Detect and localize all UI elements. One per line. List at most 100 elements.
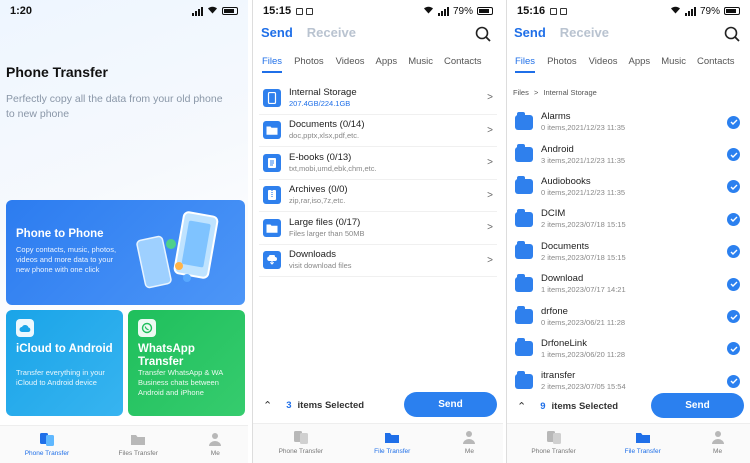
list-item[interactable]: drfone 0 items,2023/06/21 11:28 [513,300,744,332]
folder-info: 2 items,2023/07/18 15:15 [541,220,626,230]
chevron-up-icon[interactable]: ⌃ [517,400,526,413]
tab-label: Me [464,448,474,455]
category-tab-music[interactable]: Music [661,56,686,67]
search-icon[interactable] [724,26,740,42]
category-tab-files[interactable]: Files [515,56,535,67]
category-tab-photos[interactable]: Photos [294,56,324,67]
category-tab-contacts[interactable]: Contacts [697,56,735,67]
phone-transfer-icon [293,429,309,445]
list-item[interactable]: Internal Storage 207.4GB/224.1GB > [259,82,497,115]
list-item[interactable]: Download 1 items,2023/07/17 14:21 [513,268,744,300]
send-receive-switch: Send Receive [514,25,609,40]
checked-icon[interactable] [727,212,740,226]
chevron-right-icon: > [487,222,493,234]
category-tab-contacts[interactable]: Contacts [444,56,482,67]
tab-label: File Transfer [624,448,661,455]
send-tab[interactable]: Send [514,25,546,40]
files-transfer-icon [130,431,146,447]
send-button[interactable]: Send [404,392,497,417]
tab-label: Phone Transfer [531,448,576,455]
list-item[interactable]: DCIM 2 items,2023/07/18 15:15 [513,203,744,235]
battery-percent: 79% [452,5,473,17]
folder-info: 0 items,2021/12/23 11:35 [541,187,626,197]
tab-file-transfer[interactable]: File Transfer [625,429,661,455]
folder-icon [515,111,533,130]
tab-me[interactable]: Me [207,431,223,457]
breadcrumb-current: Internal Storage [543,88,597,97]
chevron-right-icon: > [487,189,493,201]
status-icons: 79% [670,5,740,17]
list-item[interactable]: Archives (0/0) zip,rar,iso,7z,etc. > [259,180,497,212]
bottom-tab-bar: Phone Transfer File Transfer Me [507,423,750,463]
chevron-right-icon: > [487,254,493,266]
category-tab-videos[interactable]: Videos [336,56,365,67]
tab-file-transfer[interactable]: File Transfer [374,429,410,455]
folder-info: 0 items,2021/12/23 11:35 [541,123,626,133]
status-bar: 15:16 79% [507,0,750,22]
category-tab-apps[interactable]: Apps [629,56,651,67]
list-item[interactable]: Audiobooks 0 items,2021/12/23 11:35 [513,171,744,203]
whatsapp-transfer-card[interactable]: WhatsApp Transfer Transfer WhatsApp & WA… [128,310,245,416]
checked-icon[interactable] [727,277,740,291]
tab-me[interactable]: Me [461,429,477,455]
checked-icon[interactable] [727,180,740,194]
icloud-to-android-card[interactable]: iCloud to Android Transfer everything in… [6,310,123,416]
checked-icon[interactable] [727,245,740,259]
internal-storage-screen: 15:16 79% Send Receive Files Photos Vide… [506,0,750,463]
receive-tab[interactable]: Receive [560,25,609,40]
list-item[interactable]: Alarms 0 items,2021/12/23 11:35 [513,106,744,138]
checked-icon[interactable] [727,342,740,356]
send-button[interactable]: Send [651,393,744,418]
bottom-tab-bar: Phone Transfer Files Transfer Me [0,425,248,463]
list-item[interactable]: E-books (0/13) txt,mobi,umd,ebk,chm,etc.… [259,147,497,180]
item-title: Large files (0/17) [289,216,361,228]
breadcrumb-root[interactable]: Files [513,88,529,97]
card-title: Phone to Phone [16,228,104,240]
status-time: 15:16 [517,5,546,17]
chevron-up-icon[interactable]: ⌃ [263,399,272,412]
person-icon [207,431,223,447]
battery-icon [724,7,740,15]
list-item[interactable]: Android 3 items,2021/12/23 11:35 [513,138,744,170]
file-transfer-send-screen: 15:15 79% Send Receive Files Photos Vide… [252,0,503,463]
list-item[interactable]: Documents 2 items,2023/07/18 15:15 [513,236,744,268]
list-item[interactable]: Large files (0/17) Files larger than 50M… [259,212,497,245]
phone-transfer-screen: 1:20 Phone Transfer Perfectly copy all t… [0,0,248,463]
list-item[interactable]: DrfoneLink 1 items,2023/06/20 11:28 [513,333,744,365]
signal-icon [192,6,203,16]
wifi-icon [423,5,434,17]
folder-icon [515,208,533,227]
folder-name: Alarms [541,111,571,123]
card-title: iCloud to Android [16,343,113,355]
chevron-right-icon: > [487,157,493,169]
tab-phone-transfer[interactable]: Phone Transfer [25,431,69,457]
folder-name: Documents [541,240,590,252]
checked-icon[interactable] [727,374,740,388]
folder-icon [515,241,533,260]
folder-icon [263,121,281,140]
tab-phone-transfer[interactable]: Phone Transfer [279,429,323,455]
checked-icon[interactable] [727,148,740,162]
list-item[interactable]: Downloads visit download files > [259,245,497,277]
checked-icon[interactable] [727,310,740,324]
checked-icon[interactable] [727,115,740,129]
send-tab[interactable]: Send [261,25,293,40]
list-item[interactable]: Documents (0/14) doc,pptx,xlsx,pdf,etc. … [259,115,497,147]
phone-storage-icon [263,88,281,107]
folder-icon [515,306,533,325]
tab-files-transfer[interactable]: Files Transfer [119,431,158,457]
category-tab-apps[interactable]: Apps [376,56,398,67]
tab-phone-transfer[interactable]: Phone Transfer [531,429,576,455]
category-tab-files[interactable]: Files [262,56,282,67]
category-tab-photos[interactable]: Photos [547,56,577,67]
folder-icon [515,144,533,163]
tab-label: Me [713,448,723,455]
receive-tab[interactable]: Receive [307,25,356,40]
phone-to-phone-card[interactable]: Phone to Phone Copy contacts, music, pho… [6,200,245,305]
category-tab-music[interactable]: Music [408,56,433,67]
tab-me[interactable]: Me [710,429,726,455]
search-icon[interactable] [475,26,491,42]
status-time: 1:20 [10,5,33,17]
card-description: Copy contacts, music, photos, videos and… [16,245,117,274]
category-tab-videos[interactable]: Videos [589,56,618,67]
